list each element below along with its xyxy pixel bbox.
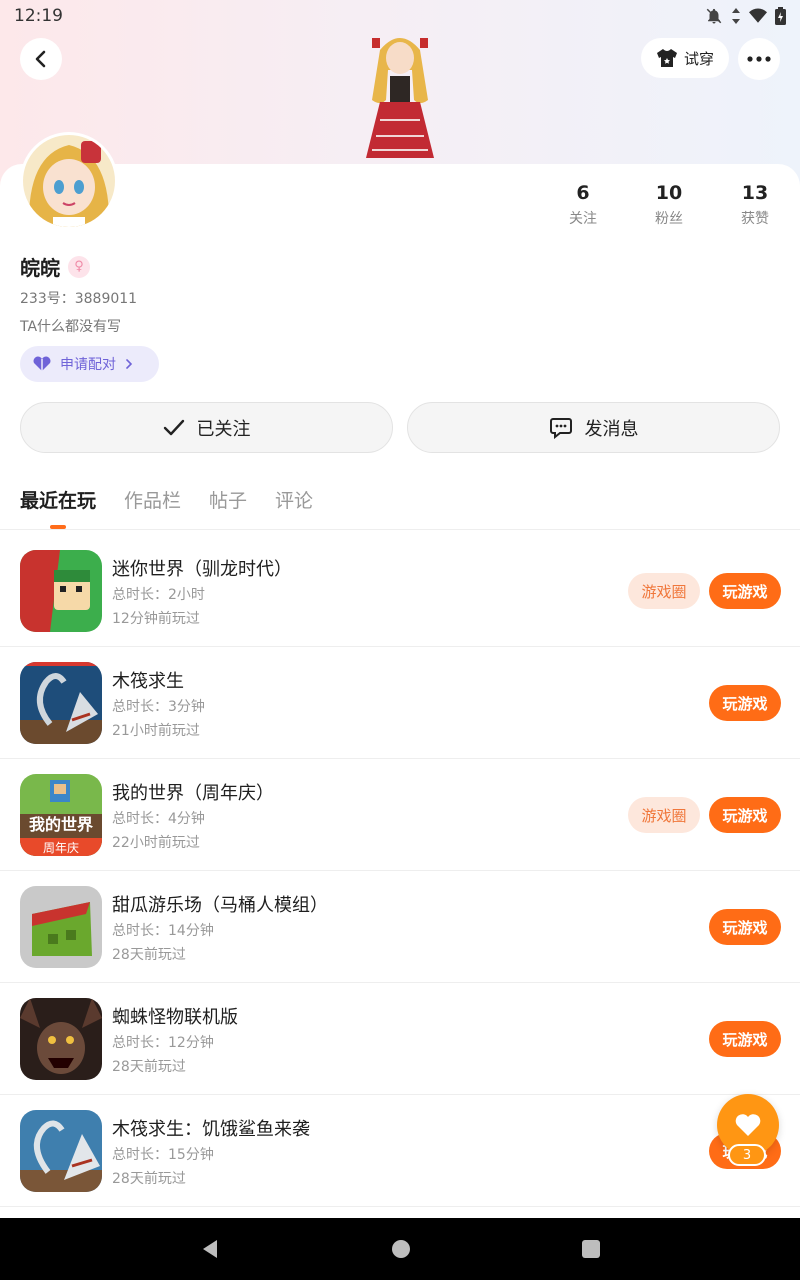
tabs-divider	[0, 529, 800, 530]
game-name: 我的世界（周年庆）	[112, 783, 274, 804]
game-last-played: 12分钟前玩过	[112, 611, 200, 627]
stat-likes[interactable]: 13 获赞	[712, 182, 798, 228]
tshirt-icon	[656, 49, 677, 67]
game-name: 蜘蛛怪物联机版	[112, 1007, 238, 1028]
status-bar: 12:19	[0, 0, 800, 32]
notifications-off-icon	[706, 8, 722, 24]
game-last-played: 22小时前玩过	[112, 835, 200, 851]
avatar[interactable]	[20, 132, 118, 230]
stat-fans[interactable]: 10 粉丝	[626, 182, 712, 228]
stat-label: 粉丝	[655, 211, 683, 227]
game-icon	[20, 662, 102, 744]
game-duration: 总时长：15分钟	[112, 1147, 214, 1163]
game-last-played: 28天前玩过	[112, 947, 186, 963]
game-duration: 总时长：3分钟	[112, 699, 205, 715]
list-item[interactable]: 蜘蛛怪物联机版 总时长：12分钟 28天前玩过 玩游戏	[0, 983, 800, 1095]
stats-bar: 6 关注 10 粉丝 13 获赞	[540, 182, 798, 228]
back-arrow-icon	[35, 50, 46, 68]
game-name: 迷你世界（驯龙时代）	[112, 559, 292, 580]
system-nav-bar	[0, 1218, 800, 1280]
tab-works[interactable]: 作品栏	[124, 486, 181, 513]
game-last-played: 21小时前玩过	[112, 723, 200, 739]
tab-recently-played[interactable]: 最近在玩	[20, 486, 96, 513]
game-duration: 总时长：14分钟	[112, 923, 214, 939]
game-icon	[20, 886, 102, 968]
game-duration: 总时长：12分钟	[112, 1035, 214, 1051]
female-icon: ♀	[68, 255, 90, 278]
like-count-badge: 3	[728, 1144, 766, 1166]
stat-label: 获赞	[741, 211, 769, 227]
nickname-row: 皖皖 ♀	[20, 252, 90, 281]
game-icon: 我的世界 周年庆	[20, 774, 102, 856]
game-name: 木筏求生：饥饿鲨鱼来袭	[112, 1119, 310, 1140]
bio: TA什么都没有写	[20, 319, 122, 335]
try-on-button[interactable]: 试穿	[641, 38, 729, 78]
status-icons	[705, 7, 786, 25]
wifi-icon	[749, 8, 767, 23]
data-arrows-icon	[732, 8, 740, 24]
stat-following[interactable]: 6 关注	[540, 182, 626, 228]
send-message-label: 发消息	[584, 418, 639, 440]
battery-icon	[775, 7, 786, 25]
game-last-played: 28天前玩过	[112, 1171, 186, 1187]
apply-match-button[interactable]: 申请配对	[20, 346, 159, 382]
nav-home-icon[interactable]	[391, 1239, 411, 1259]
more-dots-icon	[747, 56, 771, 62]
nav-recents-icon[interactable]	[581, 1239, 601, 1259]
try-on-label: 试穿	[683, 49, 714, 68]
send-message-button[interactable]: 发消息	[407, 402, 780, 453]
list-item[interactable]: 木筏求生：饥饿鲨鱼来袭 总时长：15分钟 28天前玩过 玩游戏	[0, 1095, 800, 1207]
play-game-button[interactable]: 玩游戏	[709, 909, 781, 945]
avatar-3d-figure	[350, 30, 450, 164]
user-id: 233号：3889011	[20, 291, 138, 307]
avatar-image	[23, 135, 115, 227]
game-icon	[20, 1110, 102, 1192]
list-item[interactable]: 木筏求生 总时长：3分钟 21小时前玩过 玩游戏	[0, 647, 800, 759]
nickname: 皖皖	[20, 256, 60, 280]
profile-tabs: 最近在玩 作品栏 帖子 评论	[20, 486, 313, 513]
play-game-button[interactable]: 玩游戏	[709, 685, 781, 721]
tab-posts[interactable]: 帖子	[209, 486, 247, 513]
back-button[interactable]	[20, 38, 62, 80]
play-game-button[interactable]: 玩游戏	[709, 1021, 781, 1057]
game-icon	[20, 998, 102, 1080]
following-label: 已关注	[196, 418, 251, 440]
stat-number: 13	[741, 182, 769, 204]
stat-label: 关注	[569, 211, 597, 227]
game-last-played: 28天前玩过	[112, 1059, 186, 1075]
list-item[interactable]: 我的世界周年庆 我的世界（周年庆） 总时长：4分钟 22小时前玩过 游戏圈 玩游…	[0, 759, 800, 871]
game-duration: 总时长：2小时	[112, 587, 205, 603]
heart-pair-icon	[33, 356, 51, 371]
game-circle-button[interactable]: 游戏圈	[628, 573, 700, 609]
game-name: 甜瓜游乐场（马桶人模组）	[112, 895, 328, 916]
game-name: 木筏求生	[112, 671, 184, 692]
recent-games-list: 迷你世界（驯龙时代） 总时长：2小时 12分钟前玩过 游戏圈 玩游戏 木筏求生 …	[0, 535, 800, 1207]
game-circle-button[interactable]: 游戏圈	[628, 797, 700, 833]
game-icon	[20, 550, 102, 632]
play-game-button[interactable]: 玩游戏	[709, 797, 781, 833]
following-button[interactable]: 已关注	[20, 402, 393, 453]
stat-number: 6	[576, 182, 590, 204]
game-icon-title: 我的世界	[29, 815, 93, 834]
status-time: 12:19	[14, 6, 63, 26]
chevron-right-icon	[126, 359, 133, 369]
more-options-button[interactable]	[738, 38, 780, 80]
chat-bubble-icon	[549, 417, 572, 439]
nav-back-icon[interactable]	[199, 1238, 221, 1260]
game-duration: 总时长：4分钟	[112, 811, 205, 827]
list-item[interactable]: 甜瓜游乐场（马桶人模组） 总时长：14分钟 28天前玩过 玩游戏	[0, 871, 800, 983]
apply-match-label: 申请配对	[60, 357, 116, 373]
game-icon-badge: 周年庆	[43, 841, 79, 855]
heart-icon	[735, 1114, 761, 1136]
tab-comments[interactable]: 评论	[275, 486, 313, 513]
play-game-button[interactable]: 玩游戏	[709, 573, 781, 609]
checkmark-icon	[163, 419, 184, 435]
stat-number: 10	[655, 182, 683, 204]
list-item[interactable]: 迷你世界（驯龙时代） 总时长：2小时 12分钟前玩过 游戏圈 玩游戏	[0, 535, 800, 647]
